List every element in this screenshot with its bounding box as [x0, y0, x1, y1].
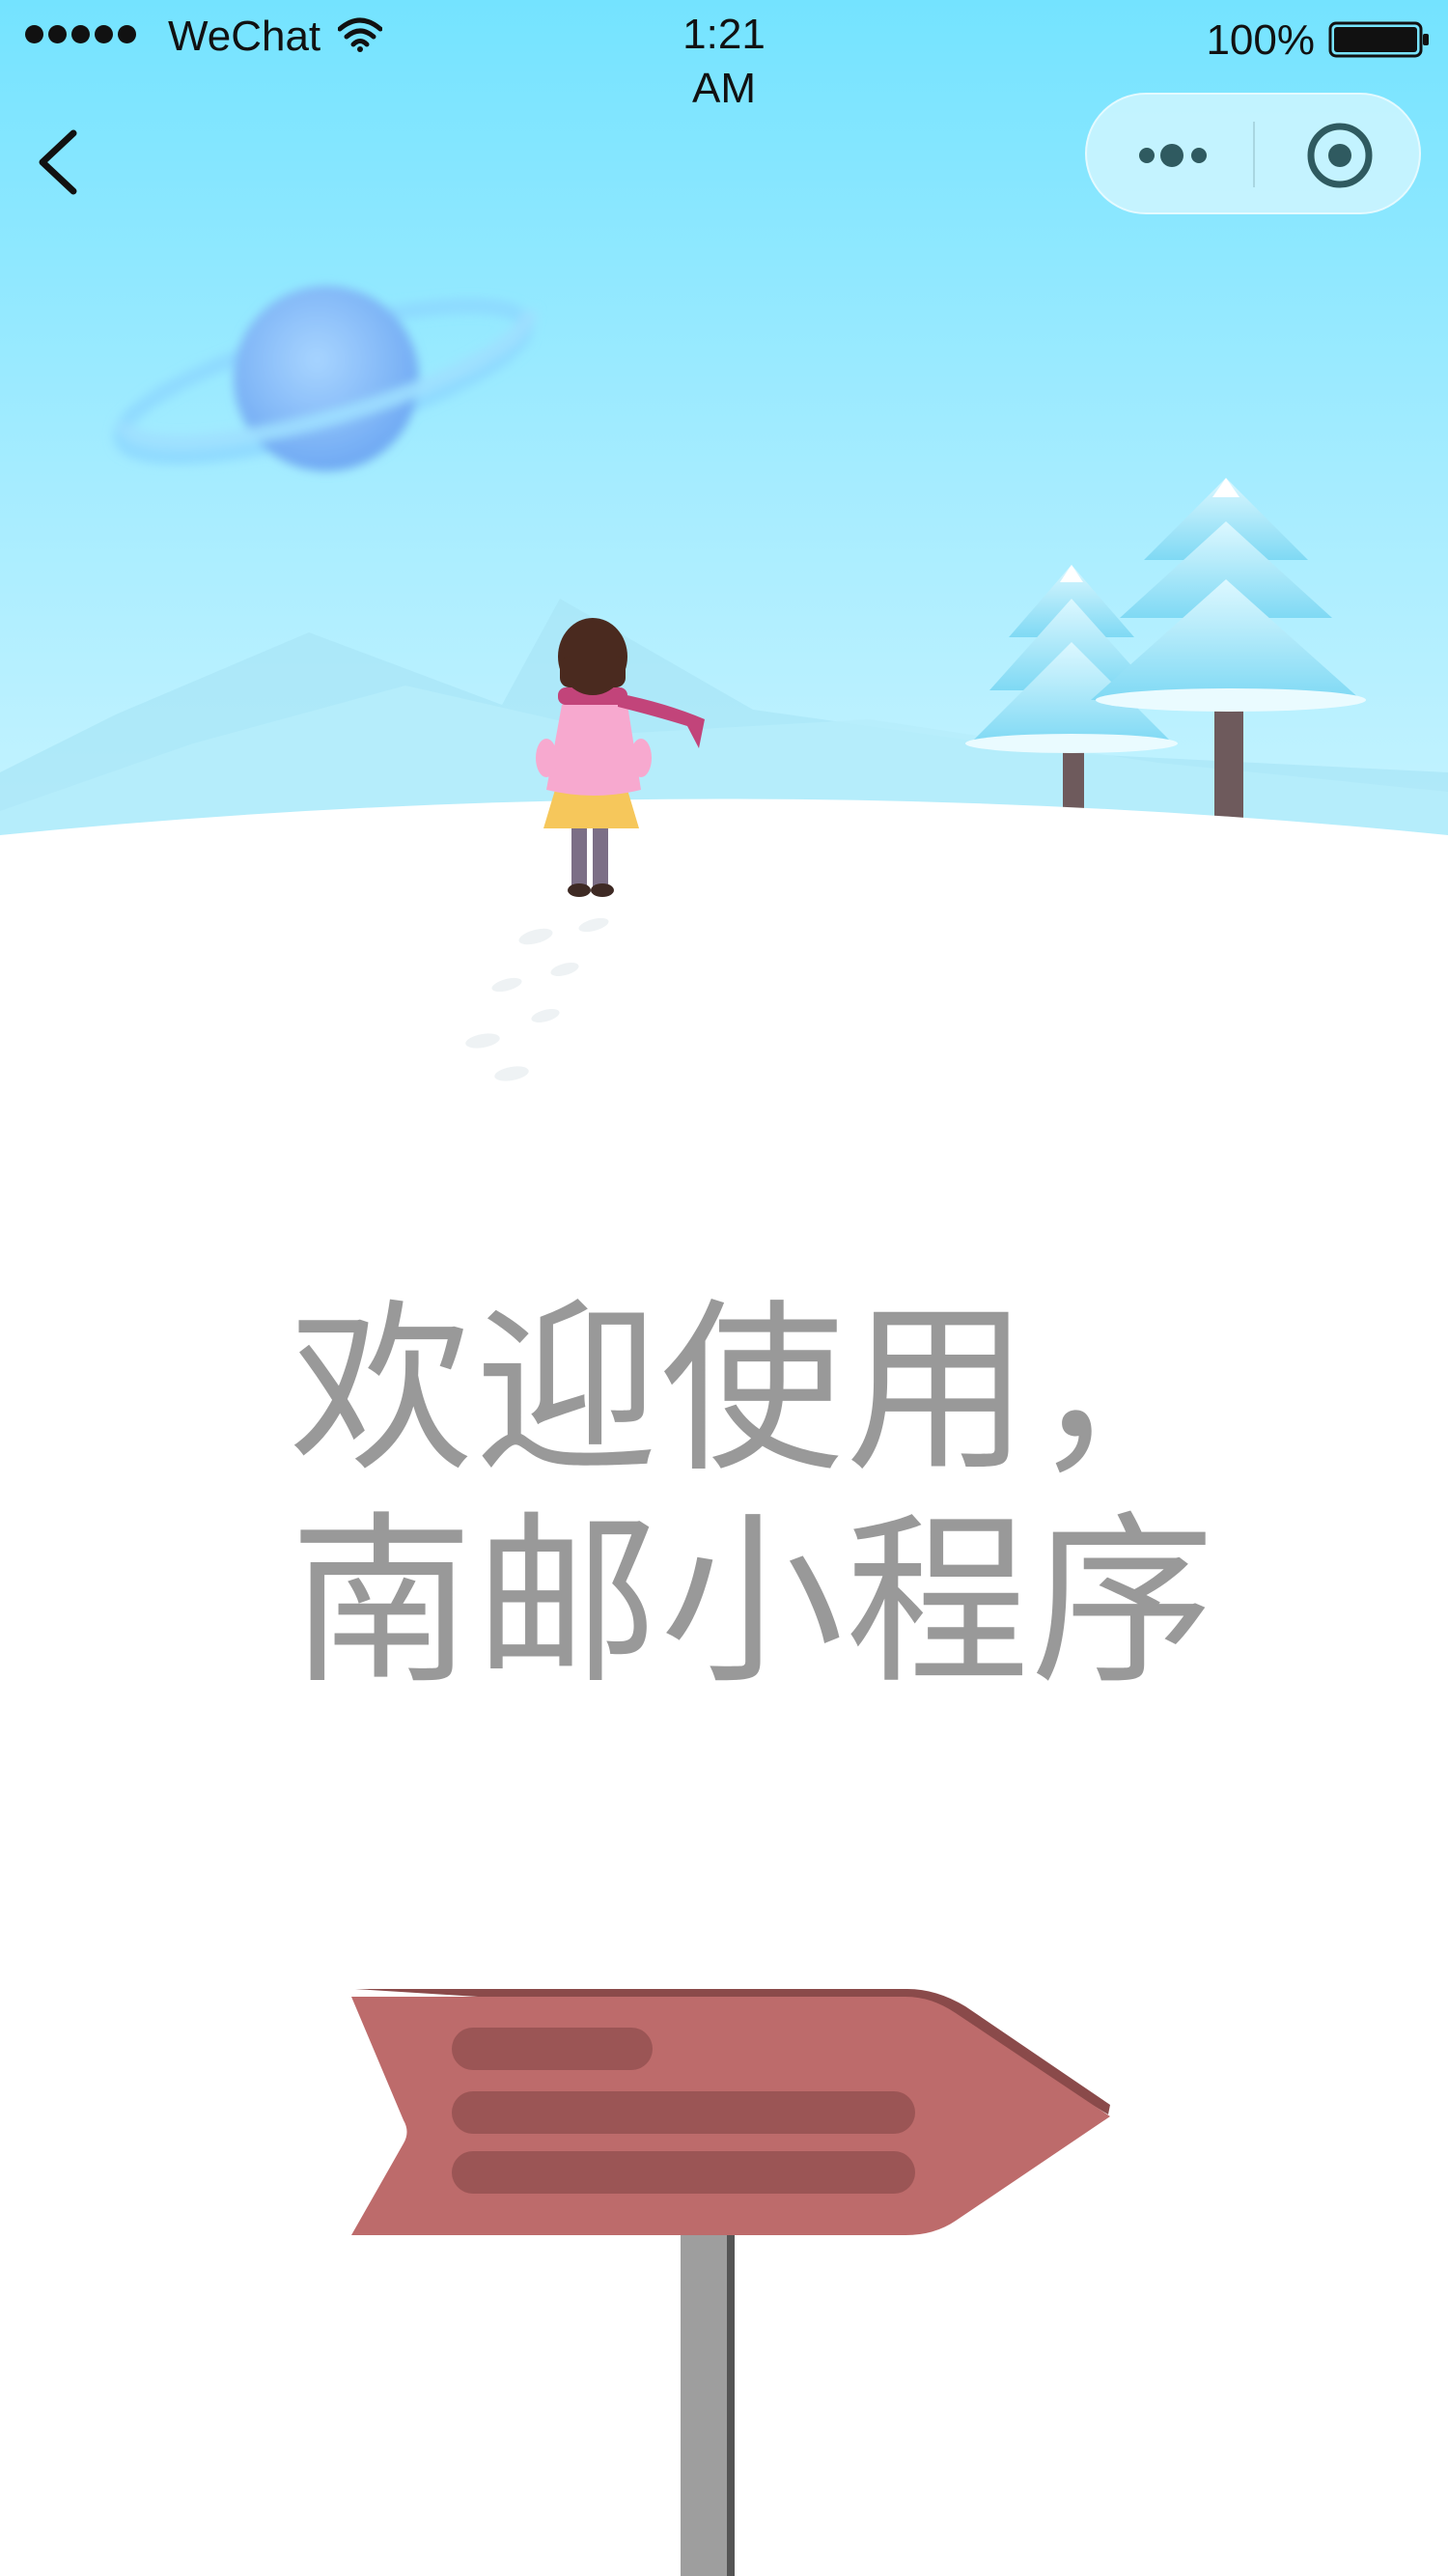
chevron-left-icon: [39, 129, 77, 195]
carrier-label: WeChat: [168, 13, 321, 60]
back-button[interactable]: [27, 122, 95, 203]
battery-percentage: 100%: [1206, 16, 1315, 64]
signpost-illustration: [351, 1989, 1110, 2576]
wifi-icon: [338, 17, 382, 52]
signal-dots-icon: [25, 25, 136, 43]
welcome-message: 欢迎使用， 南邮小程序: [290, 1284, 1255, 1709]
welcome-line-1: 欢迎使用，: [290, 1283, 1217, 1497]
target-circle-icon: [1307, 123, 1373, 188]
more-dots-icon: [1139, 144, 1207, 167]
more-button[interactable]: [1087, 95, 1253, 212]
close-mini-program-button[interactable]: [1255, 95, 1419, 212]
welcome-line-2: 南邮小程序: [290, 1496, 1217, 1709]
battery-icon: [1328, 21, 1429, 58]
clock: 1:21 AM: [682, 11, 766, 112]
mini-program-capsule: [1085, 93, 1421, 214]
